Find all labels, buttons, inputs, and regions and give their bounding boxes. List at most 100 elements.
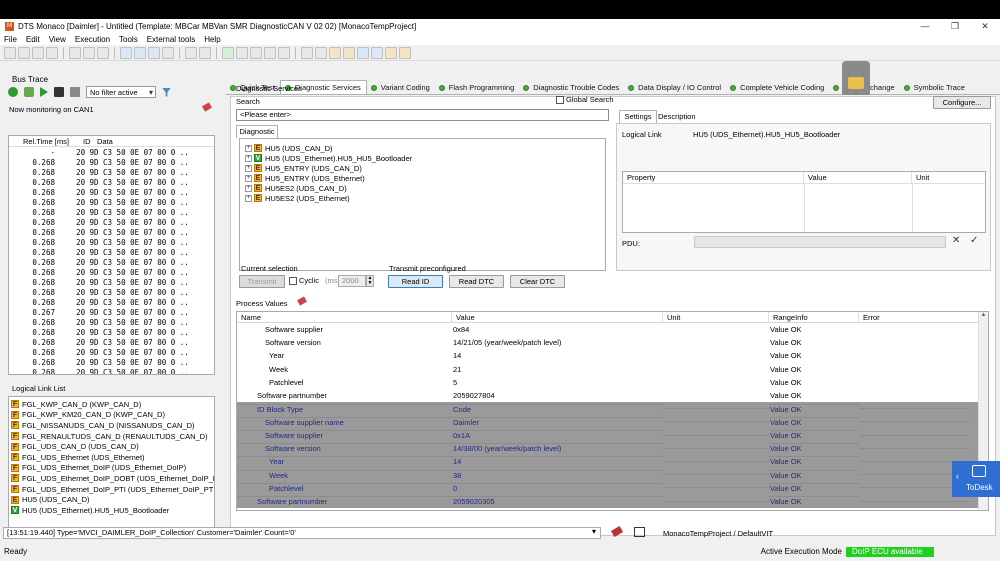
paste-icon[interactable] (97, 46, 109, 59)
logical-link-item[interactable]: F FGL_UDS_Ethernet (UDS_Ethernet) (9, 452, 214, 463)
menu-edit[interactable]: Edit (26, 35, 40, 44)
process-value-row[interactable]: Software partnumber 2059020305 Value OK (237, 494, 988, 508)
tab-diagnostic-trouble-codes[interactable]: Diagnostic Trouble Codes (519, 81, 624, 94)
process-value-row[interactable]: Patchlevel 5 Value OK (237, 376, 988, 389)
layout-icon[interactable] (120, 46, 132, 59)
trace-row[interactable]: 0.268 20 9D C3 50 0E 07 00 0 .. (9, 237, 214, 247)
new-icon[interactable] (4, 46, 16, 59)
tool-icon[interactable] (385, 46, 397, 59)
cyclic-checkbox[interactable] (289, 276, 297, 285)
eraser-icon[interactable] (202, 102, 212, 112)
read-id-button[interactable]: Read ID (388, 275, 443, 288)
circle-icon[interactable] (264, 46, 276, 59)
tab-flash-programming[interactable]: Flash Programming (435, 81, 519, 94)
trace-row[interactable]: 0.268 20 9D C3 50 0E 07 00 0 .. (9, 177, 214, 187)
process-value-row[interactable]: Week 38 Value OK (237, 468, 988, 482)
trace-row[interactable]: 0.268 20 9D C3 50 0E 07 00 0 .. (9, 357, 214, 367)
interval-stepper[interactable]: ▲ ▼ (366, 275, 374, 287)
window-icon[interactable] (162, 46, 174, 59)
tree-item[interactable]: + E HU5_ENTRY (UDS_CAN_D) (245, 163, 605, 173)
trace-row[interactable]: 0.267 20 9D C3 50 0E 07 00 0 .. (9, 307, 214, 317)
trace-row[interactable]: - 20 9D C3 50 0E 07 00 0 .. (9, 147, 214, 157)
logical-link-item[interactable]: F FGL_KWP_KM20_CAN_D (KWP_CAN_D) (9, 410, 214, 421)
play-icon[interactable] (40, 87, 48, 97)
trace-row[interactable]: 0.268 20 9D C3 50 0E 07 00 0 .. (9, 257, 214, 267)
process-value-row[interactable]: Software supplier 0x84 Value OK (237, 323, 988, 336)
logical-link-item[interactable]: F FGL_UDS_Ethernet_DoIP_PTI (UDS_Ethernet… (9, 484, 214, 495)
menu-help[interactable]: Help (204, 35, 220, 44)
menu-view[interactable]: View (49, 35, 66, 44)
expand-icon[interactable]: + (245, 144, 252, 152)
filter-icon[interactable] (162, 87, 171, 97)
close-icon[interactable]: ✕ (952, 235, 960, 246)
circle-icon[interactable] (236, 46, 248, 59)
logical-link-item[interactable]: F FGL_UDS_CAN_D (UDS_CAN_D) (9, 441, 214, 452)
filter-select[interactable]: No filter active (86, 86, 156, 98)
process-values-table[interactable]: Name Value Unit RangeInfo Error Software… (236, 311, 989, 511)
expand-icon[interactable]: + (245, 164, 252, 172)
tab-data-display[interactable]: Data Display / IO Control (624, 81, 726, 94)
trace-row[interactable]: 0.268 20 9D C3 50 0E 07 00 0 .. (9, 347, 214, 357)
trace-row[interactable]: 0.268 20 9D C3 50 0E 07 00 0 .. (9, 227, 214, 237)
copy-icon[interactable] (83, 46, 95, 59)
pdu-input[interactable] (694, 236, 946, 248)
circle-icon[interactable] (250, 46, 262, 59)
expand-icon[interactable]: + (245, 174, 252, 182)
process-value-row[interactable]: Year 14 Value OK (237, 454, 988, 469)
save-icon[interactable] (32, 46, 44, 59)
execute-icon[interactable] (315, 46, 327, 59)
stop-icon[interactable] (54, 87, 64, 97)
trace-row[interactable]: 0.268 20 9D C3 50 0E 07 00 0 .. (9, 157, 214, 167)
trace-row[interactable]: 0.268 20 9D C3 50 0E 07 00 0 .. (9, 207, 214, 217)
page-icon[interactable] (185, 46, 197, 59)
trace-row[interactable]: 0.268 20 9D C3 50 0E 07 00 0 .. (9, 167, 214, 177)
trace-row[interactable]: 0.268 20 9D C3 50 0E 07 00 0 .. (9, 267, 214, 277)
cut-icon[interactable] (69, 46, 81, 59)
trace-row[interactable]: 0.268 20 9D C3 50 0E 07 00 0 .. (9, 297, 214, 307)
connect-icon[interactable] (8, 87, 18, 97)
process-value-row[interactable]: Week 21 Value OK (237, 363, 988, 376)
trace-row[interactable]: 0.268 20 9D C3 50 0E 07 00 0 .. (9, 277, 214, 287)
menu-execution[interactable]: Execution (75, 35, 110, 44)
clear-icon[interactable] (70, 87, 80, 97)
process-value-row[interactable]: ID Block Type Code Value OK (237, 402, 988, 416)
expand-icon[interactable]: + (245, 194, 252, 202)
open-icon[interactable] (18, 46, 30, 59)
logical-link-item[interactable]: F FGL_UDS_Ethernet_DoIP_DOBT (UDS_Etherne… (9, 473, 214, 484)
trace-row[interactable]: 0.268 20 9D C3 50 0E 07 00 0 .. (9, 287, 214, 297)
close-button[interactable]: ✕ (970, 21, 1000, 32)
monitor-icon[interactable] (371, 46, 383, 59)
process-value-row[interactable]: Patchlevel 0 Value OK (237, 481, 988, 495)
read-dtc-button[interactable]: Read DTC (449, 275, 504, 288)
trace-row[interactable]: 0.268 20 9D C3 50 0E 07 00 0 .. (9, 187, 214, 197)
tab-variant-coding[interactable]: Variant Coding (367, 81, 435, 94)
trace-row[interactable]: 0.268 20 9D C3 50 0E 07 00 0 .. (9, 317, 214, 327)
process-value-row[interactable]: Software supplier name Daimler Value OK (237, 415, 988, 429)
layout-icon[interactable] (134, 46, 146, 59)
layout-icon[interactable] (148, 46, 160, 59)
trace-row[interactable]: 0.268 20 9D C3 50 0E 07 00 0 .. (9, 327, 214, 337)
bus-trace-table[interactable]: Rel.Time [ms] ID Data -20 9D C3 50 0E 07 … (8, 135, 215, 375)
minimize-button[interactable]: — (910, 21, 940, 31)
maximize-button[interactable]: ❐ (940, 21, 970, 32)
clear-dtc-button[interactable]: Clear DTC (510, 275, 565, 288)
global-search-option[interactable]: Global Search (556, 95, 614, 104)
logical-link-item[interactable]: F FGL_UDS_Ethernet_DoIP (UDS_Ethernet_DoI… (9, 463, 214, 474)
logical-link-item[interactable]: V HU5 (UDS_Ethernet).HU5_HU5_Bootloader (9, 505, 214, 516)
dropdown-icon[interactable]: ▾ (592, 527, 596, 536)
download-icon[interactable] (24, 87, 34, 97)
trace-row[interactable]: 0.268 20 9D C3 50 0E 07 00 0 .. (9, 197, 214, 207)
logical-link-list[interactable]: F FGL_KWP_CAN_D (KWP_CAN_D) F FGL_KWP_KM20_… (8, 396, 215, 532)
trace-row[interactable]: 0.268 20 9D C3 50 0E 07 00 0 .. (9, 337, 214, 347)
expand-icon[interactable]: + (245, 154, 252, 162)
process-value-row[interactable]: Software version 14/38/00 (year/week/patc… (237, 441, 988, 455)
global-search-checkbox[interactable] (556, 95, 564, 104)
tab-symbolic-trace[interactable]: Symbolic Trace (900, 81, 970, 94)
trace-row[interactable]: 0.268 20 9D C3 50 0E 07 00 0 .. (9, 247, 214, 257)
tab-settings[interactable]: Settings (619, 110, 657, 123)
tab-diagnostic[interactable]: Diagnostic (236, 125, 278, 138)
logical-link-item[interactable]: F FGL_KWP_CAN_D (KWP_CAN_D) (9, 399, 214, 410)
connect-icon[interactable] (222, 46, 234, 59)
tool-icon[interactable] (343, 46, 355, 59)
tab-complete-vehicle-coding[interactable]: Complete Vehicle Coding (726, 81, 829, 94)
